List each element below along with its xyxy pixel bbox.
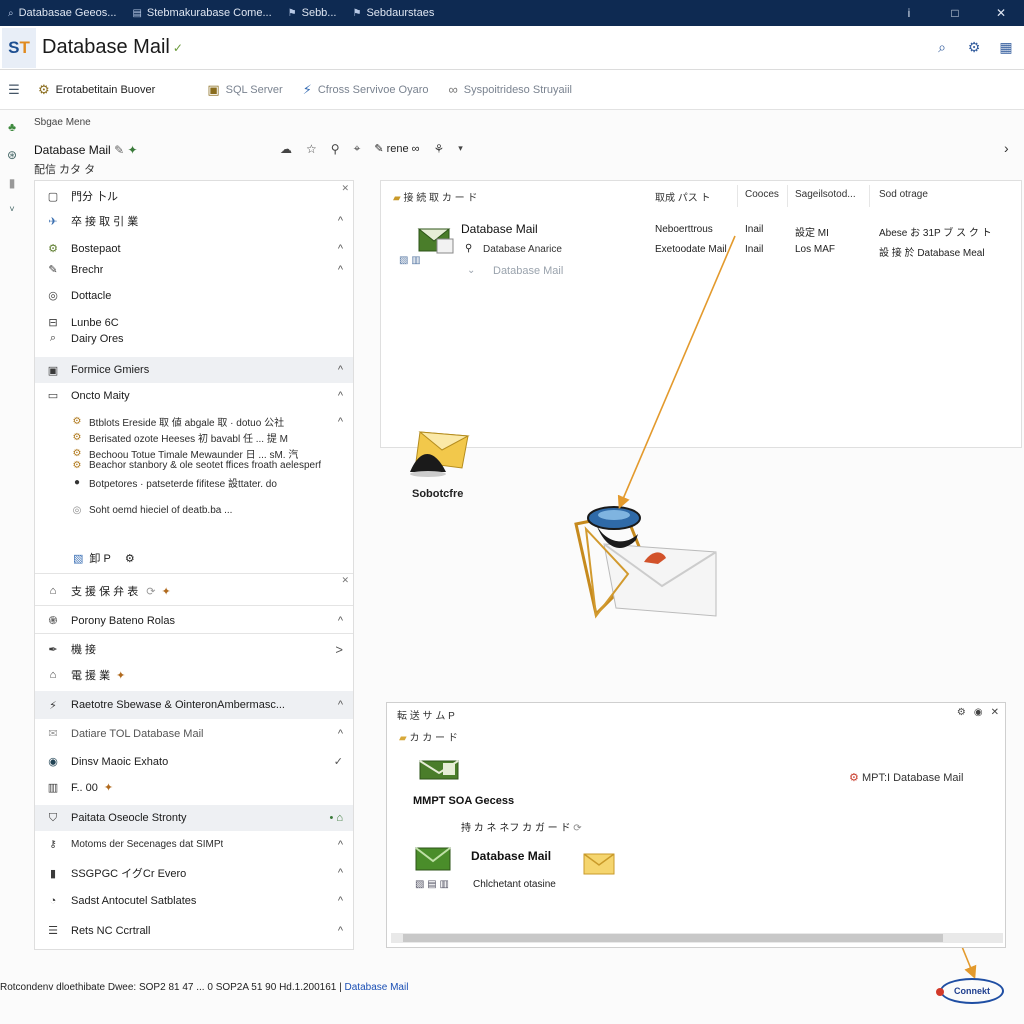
properties-panel: 転 送 サ ム P ⚙ ◉ ✕ ▰ カ カ ー ド MMPT SOA Gecess …	[386, 702, 1006, 948]
circle-icon[interactable]: ◉	[974, 707, 983, 718]
status-bar: Rotcondenv dloethibate Dwee: SOP2 81 47 …	[0, 982, 920, 1002]
scrollbar-thumb[interactable]	[403, 934, 943, 942]
close-icon[interactable]: ✕	[991, 707, 999, 718]
panel-controls: ⚙ ◉ ✕	[957, 707, 999, 718]
server-link[interactable]: ⚙ MPT:I Database Mail	[849, 771, 963, 784]
mail-server-icon	[419, 760, 459, 780]
sync-icon: ⟳	[573, 823, 582, 834]
horizontal-scrollbar[interactable]	[391, 933, 1003, 943]
status-text: Rotcondenv dloethibate Dwee: SOP2 81 47 …	[0, 982, 337, 993]
mtp-label: MMPT SOA Gecess	[413, 795, 515, 807]
separator-icon: |	[339, 982, 342, 993]
network-label-text: 持 カ ネ ネフ カ ガ ー ド	[461, 823, 571, 834]
folder-label: カ カ ー ド	[409, 733, 458, 744]
database-mail-label[interactable]: Database Mail	[471, 849, 551, 863]
envelope-icon	[583, 853, 615, 875]
gear-icon: ⚙	[849, 772, 859, 784]
mail-icon	[415, 847, 451, 871]
settings-icon[interactable]: ⚙	[957, 707, 966, 718]
folder-icon: ▰	[399, 733, 407, 744]
brand-logo: Connekt	[936, 978, 1004, 1004]
properties-title: 転 送 サ ム P	[397, 711, 455, 722]
server-link-label: MPT:I Database Mail	[861, 772, 964, 784]
network-label: 持 カ ネ ネフ カ ガ ー ド ⟳	[461, 819, 582, 834]
status-link[interactable]: Database Mail	[345, 982, 409, 993]
toolbar-icons[interactable]: ▧ ▤ ▥	[415, 879, 449, 890]
properties-folder[interactable]: ▰ カ カ ー ド	[399, 729, 458, 744]
status-label: Chlchetant otasine	[473, 879, 556, 890]
